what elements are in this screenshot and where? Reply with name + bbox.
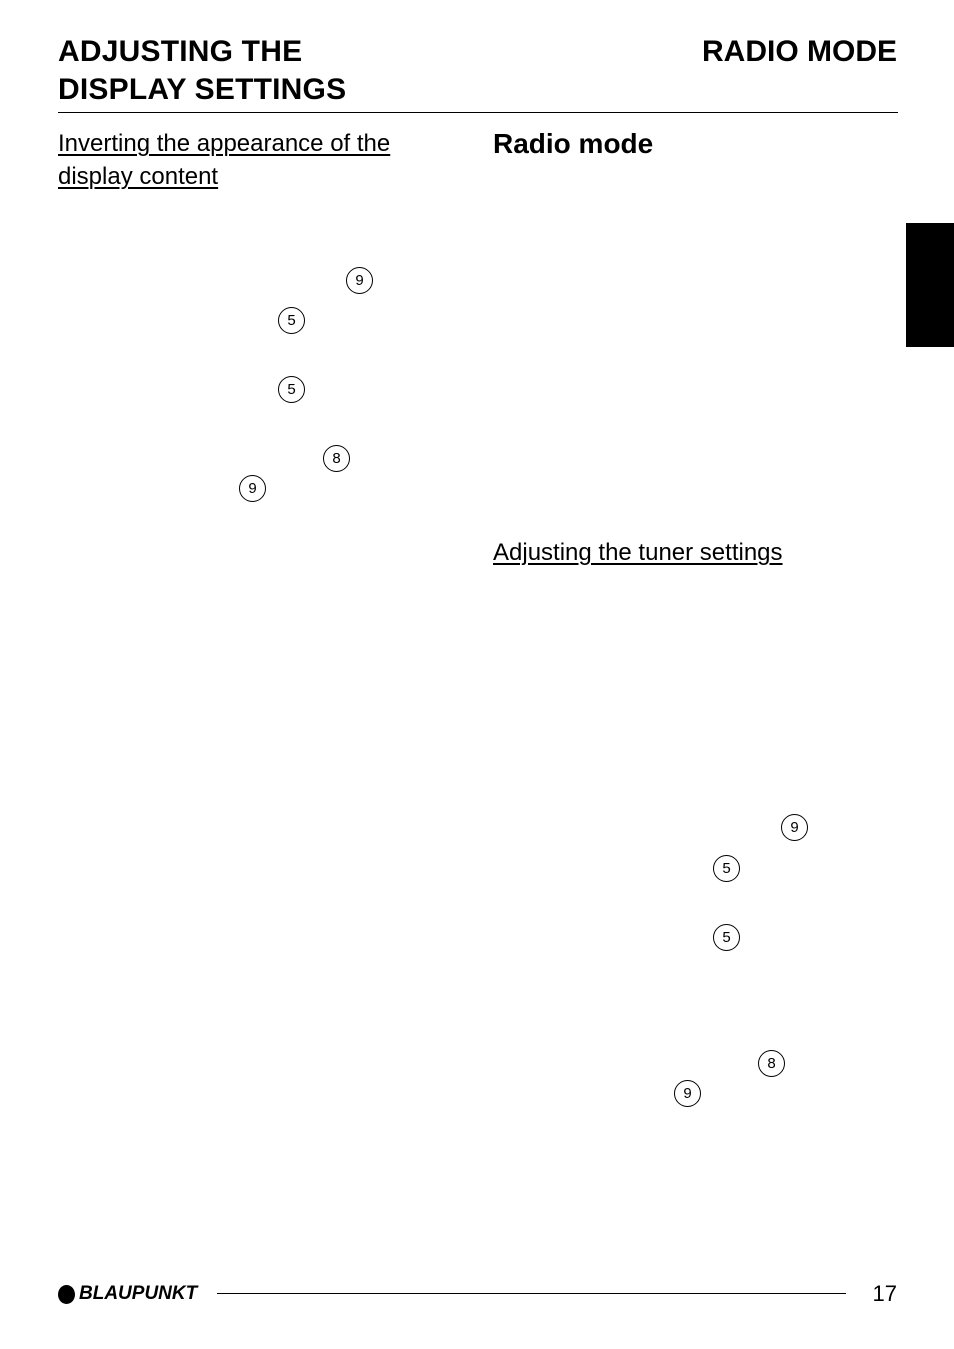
page-title-line-2: DISPLAY SETTINGS (58, 73, 347, 106)
header-divider (58, 112, 898, 113)
reference-marker-icon: 9 (781, 814, 808, 841)
reference-marker-icon: 8 (758, 1050, 785, 1077)
reference-marker-icon: 9 (239, 475, 266, 502)
reference-marker-icon: 9 (346, 267, 373, 294)
reference-marker-icon: 5 (278, 376, 305, 403)
reference-marker-icon: 9 (674, 1080, 701, 1107)
page-title-line-1: ADJUSTING THE (58, 35, 303, 68)
reference-marker-icon: 8 (323, 445, 350, 472)
reference-marker-icon: 5 (713, 924, 740, 951)
brand-logo: BLAUPUNKT (58, 1283, 197, 1305)
reference-marker-icon: 5 (278, 307, 305, 334)
logo-dot-icon (58, 1284, 75, 1304)
page-number: 17 (872, 1281, 897, 1306)
reference-marker-icon: 5 (713, 855, 740, 882)
subheading-tuner-settings: Adjusting the tuner settings (493, 539, 783, 566)
section-title-radio-mode: Radio mode (493, 128, 654, 159)
footer-divider (217, 1293, 846, 1294)
page-title-left: ADJUSTING THE DISPLAY SETTINGS (58, 33, 478, 109)
subheading-inverting-display: Inverting the appearance of the display … (58, 130, 391, 190)
page-title-right: RADIO MODE (702, 35, 897, 68)
brand-name: BLAUPUNKT (79, 1283, 198, 1304)
chapter-tab-marker (906, 223, 954, 347)
